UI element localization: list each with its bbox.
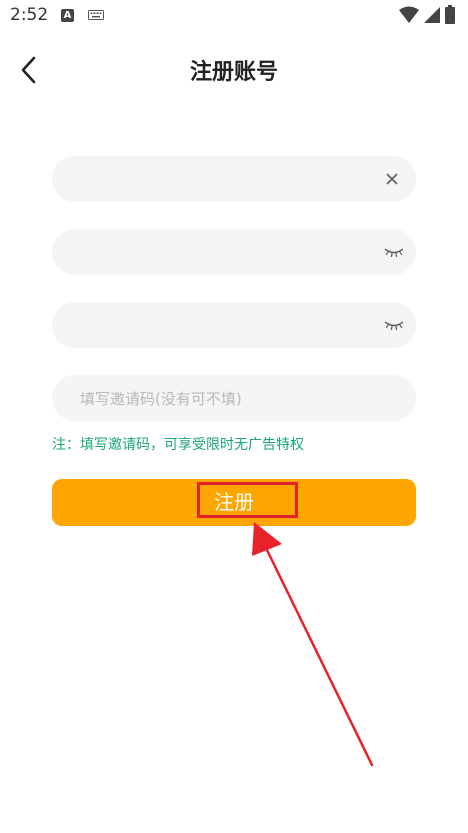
highlight-box-annotation <box>197 482 298 518</box>
account-field-container <box>52 156 416 204</box>
invite-code-input[interactable] <box>78 375 372 423</box>
confirm-password-field-container <box>52 302 416 350</box>
status-bar: 2:52 A <box>0 0 468 34</box>
password-input[interactable] <box>78 229 372 277</box>
invite-code-field-container <box>52 375 416 423</box>
battery-icon <box>445 5 455 24</box>
eye-closed-icon[interactable] <box>384 318 404 332</box>
confirm-password-input[interactable] <box>78 302 372 350</box>
input-method-icon: A <box>61 9 74 22</box>
account-input[interactable] <box>78 156 372 204</box>
password-field-container <box>52 229 416 277</box>
eye-closed-icon[interactable] <box>384 245 404 259</box>
signal-icon <box>424 7 440 23</box>
page-title: 注册账号 <box>189 60 278 85</box>
invite-code-note: 注：填写邀请码，可享受限时无广告特权 <box>52 437 304 453</box>
wifi-icon <box>399 6 419 23</box>
close-icon[interactable] <box>384 171 400 187</box>
header: 注册账号 <box>0 40 468 96</box>
keyboard-icon <box>88 10 104 20</box>
status-time: 2:52 <box>10 5 49 25</box>
